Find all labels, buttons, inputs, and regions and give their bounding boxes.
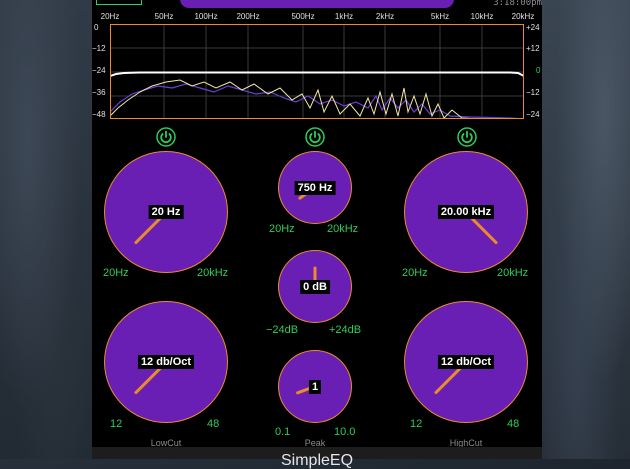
lowcut-slope-knob[interactable]: 12 db/Oct <box>104 301 228 423</box>
lowcut-power-button[interactable] <box>156 127 176 147</box>
peak-freq-knob[interactable]: 750 Hz <box>278 151 352 224</box>
peak-freq-max: 20kHz <box>327 223 359 235</box>
freq-label: 1kHz <box>334 12 354 21</box>
peak-freq-min: 20Hz <box>269 223 295 235</box>
peak-gain-min: −24dB <box>266 324 299 336</box>
db-scale-left: −36 <box>92 88 106 97</box>
desktop-background-left <box>0 0 92 459</box>
plugin-window: FILT:O - FOR MUSICIANS 3:18:00pm 20Hz 50… <box>92 0 542 469</box>
highcut-freq-max: 20kHz <box>497 267 529 279</box>
peak-quality-min: 0.1 <box>275 426 291 438</box>
highcut-freq-min: 20Hz <box>402 267 428 279</box>
peak-quality-value: 1 <box>308 379 322 394</box>
freq-label: 10kHz <box>470 12 494 21</box>
peak-gain-knob[interactable]: 0 dB <box>278 250 352 323</box>
spectrum-analyzer <box>110 24 524 119</box>
clock-readout: 3:18:00pm <box>493 0 542 8</box>
peak-quality-knob[interactable]: 1 <box>278 350 352 423</box>
lowcut-slope-max: 48 <box>207 418 220 430</box>
desktop-background-right <box>542 0 630 459</box>
lowcut-slope-min: 12 <box>110 418 123 430</box>
header-logo-badge <box>96 0 142 5</box>
db-scale-left: −48 <box>92 110 106 119</box>
lowcut-freq-max: 20kHz <box>197 267 229 279</box>
freq-label: 2kHz <box>375 12 395 21</box>
db-scale-right: +24 <box>526 23 540 32</box>
db-scale-right: −24 <box>526 110 540 119</box>
peak-freq-value: 750 Hz <box>294 180 336 195</box>
highcut-slope-min: 12 <box>410 418 423 430</box>
db-scale-left: −12 <box>92 44 106 53</box>
lowcut-freq-min: 20Hz <box>103 267 129 279</box>
highcut-slope-knob[interactable]: 12 db/Oct <box>404 301 528 423</box>
highcut-freq-value: 20.00 kHz <box>437 205 495 219</box>
lowcut-slope-value: 12 db/Oct <box>137 355 195 369</box>
freq-label: 100Hz <box>194 12 218 21</box>
highcut-slope-max: 48 <box>507 418 520 430</box>
freq-label: 5kHz <box>430 12 450 21</box>
db-scale-left: 0 <box>94 23 99 32</box>
plugin-footer: SimpleEQ <box>92 447 542 469</box>
plugin-title: FILT:O - FOR MUSICIANS <box>180 0 454 8</box>
peak-gain-value: 0 dB <box>300 279 330 294</box>
highcut-power-button[interactable] <box>457 127 477 147</box>
freq-label: 500Hz <box>291 12 315 21</box>
freq-label: 200Hz <box>236 12 260 21</box>
db-scale-right: +12 <box>526 44 540 53</box>
highcut-slope-value: 12 db/Oct <box>437 355 495 369</box>
peak-gain-max: +24dB <box>329 324 362 336</box>
lowcut-freq-knob[interactable]: 20 Hz <box>104 151 228 273</box>
highcut-freq-knob[interactable]: 20.00 kHz <box>404 151 528 273</box>
freq-label: 20Hz <box>100 12 120 21</box>
freq-label: 20kHz <box>511 12 535 21</box>
db-scale-right: 0 <box>536 66 541 75</box>
freq-label: 50Hz <box>154 12 174 21</box>
lowcut-freq-value: 20 Hz <box>148 205 184 219</box>
plugin-name: SimpleEQ <box>280 452 354 469</box>
db-scale-left: −24 <box>92 66 106 75</box>
peak-power-button[interactable] <box>305 127 325 147</box>
db-scale-right: −12 <box>526 88 540 97</box>
peak-quality-max: 10.0 <box>334 426 356 438</box>
